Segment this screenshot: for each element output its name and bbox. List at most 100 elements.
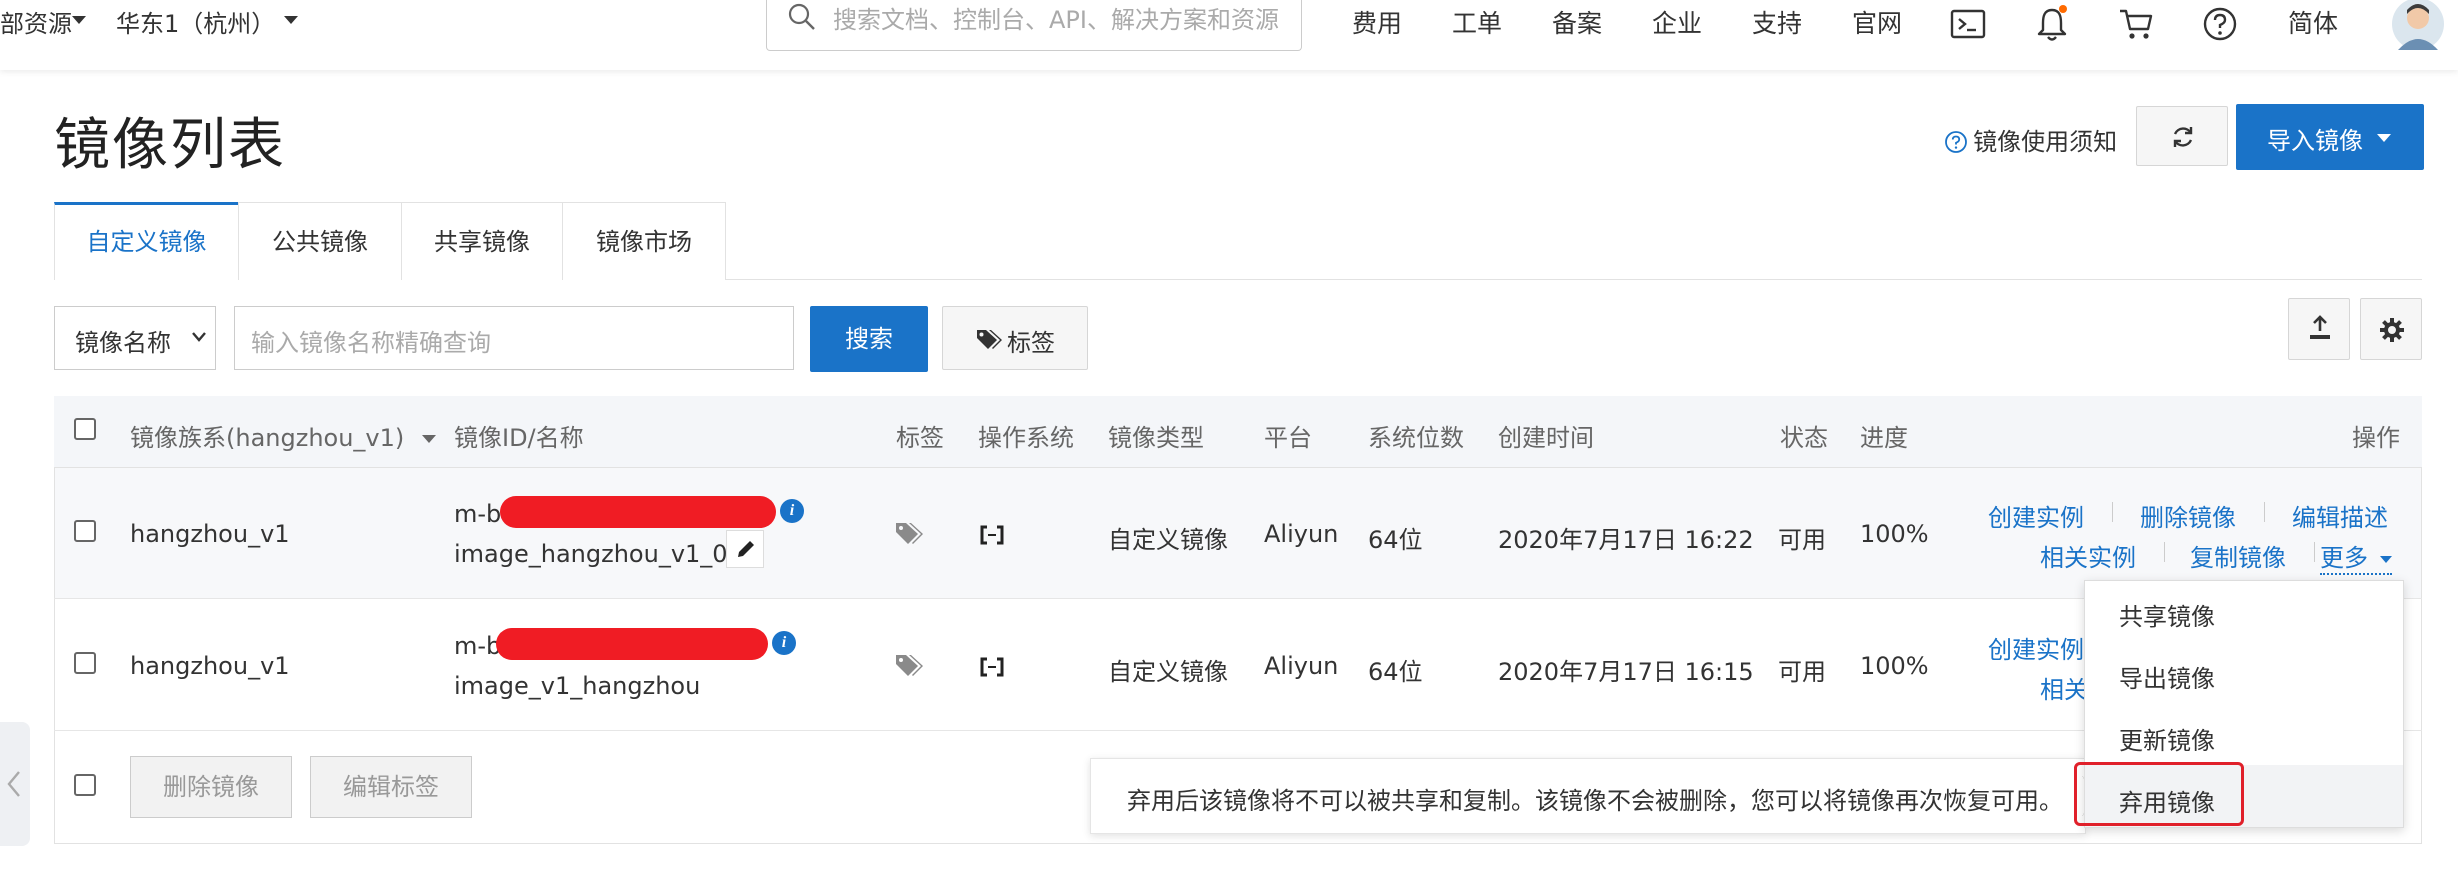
row-platform: Aliyun xyxy=(1264,652,1339,680)
link-separator xyxy=(2314,542,2315,562)
row-system-bits: 64位 xyxy=(1368,658,1423,686)
import-image-button[interactable]: 导入镜像 xyxy=(2236,104,2424,170)
refresh-icon xyxy=(2173,127,2193,147)
tab-public-images[interactable]: 公共镜像 xyxy=(238,202,402,280)
column-image-id-name: 镜像ID/名称 xyxy=(454,424,584,452)
tooltip-text: 弃用后该镜像将不可以被共享和复制。该镜像不会被删除，您可以将镜像再次恢复可用。 xyxy=(1127,787,2063,815)
tags-icon[interactable] xyxy=(894,520,926,546)
column-tags: 标签 xyxy=(896,424,944,452)
image-name-search-placeholder: 输入镜像名称精确查询 xyxy=(251,329,491,357)
tab-custom-images[interactable]: 自定义镜像 xyxy=(54,202,239,280)
row-image-family: hangzhou_v1 xyxy=(130,652,290,680)
export-list-button[interactable] xyxy=(2288,298,2350,360)
link-separator xyxy=(2112,502,2113,522)
image-name-search-input[interactable]: 输入镜像名称精确查询 xyxy=(234,306,794,370)
region-label: 华东1（杭州） xyxy=(116,10,276,38)
notification-bell-icon[interactable] xyxy=(2034,4,2070,44)
edit-description-link[interactable]: 编辑描述 xyxy=(2292,498,2388,533)
info-icon[interactable]: i xyxy=(772,631,796,655)
related-instances-link[interactable]: 相关 xyxy=(2040,670,2088,705)
notification-dot xyxy=(2059,5,2067,13)
nav-fees[interactable]: 费用 xyxy=(1352,4,1402,40)
refresh-button[interactable] xyxy=(2136,106,2228,166)
edit-name-button[interactable] xyxy=(726,530,764,568)
column-platform: 平台 xyxy=(1264,424,1312,452)
image-usage-notice-link[interactable]: 镜像使用须知 xyxy=(1944,122,2117,157)
language-switcher[interactable]: 简体 xyxy=(2288,4,2338,40)
delete-image-link[interactable]: 删除镜像 xyxy=(2140,498,2236,533)
row-image-family: hangzhou_v1 xyxy=(130,520,290,548)
row-platform: Aliyun xyxy=(1264,520,1339,548)
column-image-family[interactable]: 镜像族系(hangzhou_v1) xyxy=(130,418,436,453)
row-divider xyxy=(54,730,2422,731)
search-icon xyxy=(788,3,815,30)
tags-icon xyxy=(977,330,1002,349)
os-icon xyxy=(980,657,1004,677)
bulk-edit-tags-button[interactable]: 编辑标签 xyxy=(310,756,472,818)
row-image-id[interactable]: m-b xyxy=(454,632,501,660)
row-image-id[interactable]: m-b xyxy=(454,500,501,528)
create-instance-link[interactable]: 创建实例 xyxy=(1988,498,2084,533)
select-all-checkbox[interactable] xyxy=(74,418,96,440)
highlight-annotation xyxy=(2074,762,2244,826)
shopping-cart-icon[interactable] xyxy=(2118,6,2154,42)
more-actions-dropdown[interactable]: 更多 xyxy=(2320,538,2392,575)
bulk-delete-image-button[interactable]: 删除镜像 xyxy=(130,756,292,818)
row-status: 可用 xyxy=(1778,526,1826,554)
row-created-time: 2020年7月17日 16:15 xyxy=(1498,658,1754,686)
os-icon xyxy=(980,525,1004,545)
region-selector[interactable]: 华东1（杭州） xyxy=(116,4,275,39)
settings-button[interactable] xyxy=(2360,298,2422,360)
tab-bar-divider xyxy=(725,279,2422,280)
chevron-down-icon xyxy=(192,332,206,342)
row-checkbox[interactable] xyxy=(74,652,96,674)
menu-item-share-image[interactable]: 共享镜像 xyxy=(2119,597,2215,632)
avatar[interactable] xyxy=(2390,0,2446,54)
resource-group-selector[interactable]: 部资源 xyxy=(0,4,72,39)
global-search-input[interactable]: 搜索文档、控制台、API、解决方案和资源 xyxy=(766,0,1302,51)
nav-support[interactable]: 支持 xyxy=(1752,4,1802,40)
terminal-icon[interactable] xyxy=(1950,8,1986,40)
column-system-bits: 系统位数 xyxy=(1368,424,1464,452)
tag-filter-button[interactable]: 标签 xyxy=(942,306,1088,370)
chevron-down-icon xyxy=(72,16,86,24)
nav-enterprise[interactable]: 企业 xyxy=(1652,4,1702,40)
related-instances-link[interactable]: 相关实例 xyxy=(2040,538,2136,573)
row-image-type: 自定义镜像 xyxy=(1108,658,1228,686)
search-button[interactable]: 搜索 xyxy=(810,306,928,372)
column-created-time: 创建时间 xyxy=(1498,424,1594,452)
tab-shared-images[interactable]: 共享镜像 xyxy=(401,202,563,280)
more-actions-label: 更多 xyxy=(2320,544,2368,572)
resource-group-label: 部资源 xyxy=(0,10,72,38)
footer-select-all-checkbox[interactable] xyxy=(74,774,96,796)
copy-image-link[interactable]: 复制镜像 xyxy=(2190,538,2286,573)
search-field-select[interactable]: 镜像名称 xyxy=(54,306,216,370)
nav-official-site[interactable]: 官网 xyxy=(1852,4,1902,40)
row-image-type: 自定义镜像 xyxy=(1108,526,1228,554)
chevron-down-icon xyxy=(421,435,436,443)
deprecate-image-tooltip: 弃用后该镜像将不可以被共享和复制。该镜像不会被删除，您可以将镜像再次恢复可用。 xyxy=(1090,758,2086,834)
column-progress: 进度 xyxy=(1860,424,1908,452)
tags-icon[interactable] xyxy=(894,652,926,678)
question-circle-icon xyxy=(1945,131,1967,153)
chevron-down-icon xyxy=(2377,134,2391,142)
image-usage-notice-label: 镜像使用须知 xyxy=(1973,128,2118,156)
global-search-placeholder: 搜索文档、控制台、API、解决方案和资源 xyxy=(833,6,1279,34)
pencil-icon xyxy=(738,541,754,557)
nav-icp-filing[interactable]: 备案 xyxy=(1552,4,1602,40)
help-icon[interactable] xyxy=(2202,6,2238,42)
create-instance-link[interactable]: 创建实例 xyxy=(1988,630,2084,665)
nav-tickets[interactable]: 工单 xyxy=(1452,4,1502,40)
menu-item-update-image[interactable]: 更新镜像 xyxy=(2119,721,2215,756)
table-row xyxy=(55,468,2421,598)
menu-item-export-image[interactable]: 导出镜像 xyxy=(2119,659,2215,694)
column-status: 状态 xyxy=(1780,424,1828,452)
column-os: 操作系统 xyxy=(978,424,1074,452)
tab-image-marketplace[interactable]: 镜像市场 xyxy=(562,202,726,280)
tag-filter-label: 标签 xyxy=(1007,329,1055,357)
row-checkbox[interactable] xyxy=(74,520,96,542)
side-panel-handle[interactable] xyxy=(0,722,30,846)
redaction-mark xyxy=(496,628,768,660)
info-icon[interactable]: i xyxy=(780,499,804,523)
gear-icon xyxy=(2380,318,2404,342)
